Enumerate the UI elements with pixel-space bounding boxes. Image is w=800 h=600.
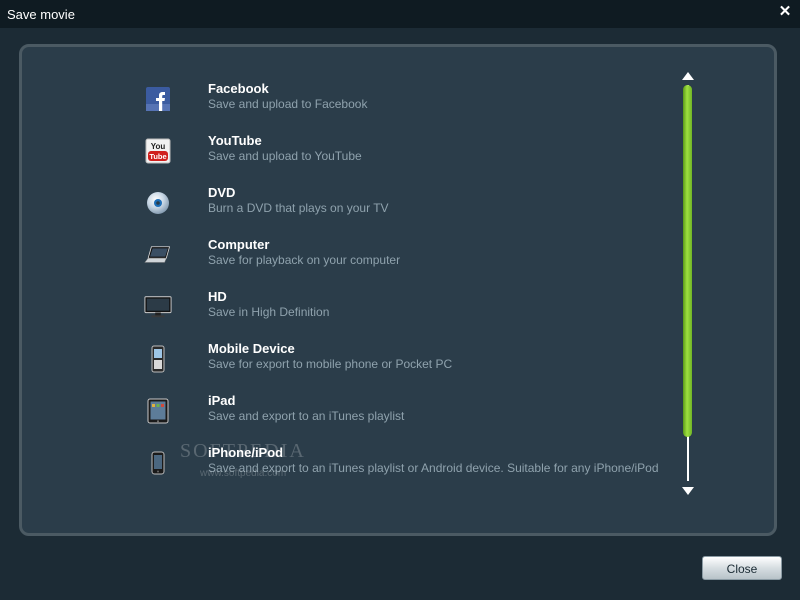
option-name: YouTube [208, 133, 262, 148]
option-name: HD [208, 289, 227, 304]
laptop-icon [144, 241, 172, 269]
option-name: Computer [208, 237, 270, 252]
option-description: Save in High Definition [208, 305, 330, 319]
option-dvd[interactable]: DVD Burn a DVD that plays on your TV [142, 185, 662, 229]
facebook-icon [144, 85, 172, 113]
window-title: Save movie [7, 7, 75, 22]
option-name: Facebook [208, 81, 269, 96]
monitor-icon [144, 293, 172, 321]
close-icon[interactable]: ✕ [778, 4, 792, 19]
option-hd[interactable]: HD Save in High Definition [142, 289, 662, 333]
export-options-list: Facebook Save and upload to Facebook You… [22, 47, 672, 533]
option-mobile-device[interactable]: Mobile Device Save for export to mobile … [142, 341, 662, 385]
scroll-down-arrow-icon[interactable] [682, 487, 694, 495]
option-facebook[interactable]: Facebook Save and upload to Facebook [142, 81, 662, 125]
option-description: Save and export to an iTunes playlist [208, 409, 405, 423]
dvd-icon [144, 189, 172, 217]
option-name: DVD [208, 185, 236, 200]
option-ipad[interactable]: iPad Save and export to an iTunes playli… [142, 393, 662, 437]
option-description: Burn a DVD that plays on your TV [208, 201, 389, 215]
iphone-icon [144, 449, 172, 477]
export-options-panel: Facebook Save and upload to Facebook You… [19, 44, 777, 536]
scroll-thumb[interactable] [683, 85, 692, 437]
svg-text:You: You [151, 142, 166, 151]
option-name: iPad [208, 393, 236, 408]
option-description: Save and upload to YouTube [208, 149, 362, 163]
option-youtube[interactable]: You Tube YouTube Save and upload to YouT… [142, 133, 662, 177]
mobile-phone-icon [144, 345, 172, 373]
youtube-icon: You Tube [144, 137, 172, 165]
option-description: Save for export to mobile phone or Pocke… [208, 357, 453, 371]
vertical-scrollbar[interactable] [679, 69, 699, 499]
title-bar: Save movie ✕ [0, 0, 800, 28]
option-description: Save and upload to Facebook [208, 97, 368, 111]
option-description: Save for playback on your computer [208, 253, 401, 267]
softpedia-watermark-url: www.softpedia.com [200, 468, 287, 479]
svg-text:Tube: Tube [149, 152, 166, 161]
option-name: Mobile Device [208, 341, 295, 356]
close-button[interactable]: Close [702, 556, 782, 580]
option-computer[interactable]: Computer Save for playback on your compu… [142, 237, 662, 281]
softpedia-watermark: SOFTPEDIA [180, 440, 306, 462]
ipad-icon [144, 397, 172, 425]
scroll-up-arrow-icon[interactable] [682, 72, 694, 80]
